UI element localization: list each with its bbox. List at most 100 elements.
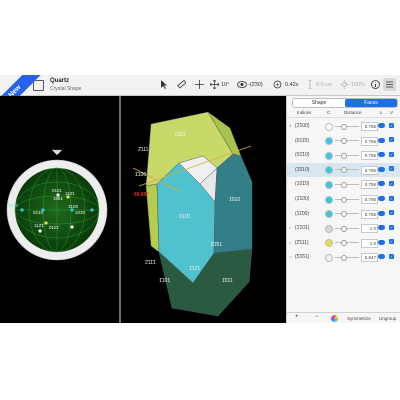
distance-slider-knob[interactable] [341, 152, 347, 159]
face-color-swatch[interactable] [325, 224, 333, 233]
label-toggle[interactable] [378, 225, 385, 231]
distance-slider[interactable] [335, 198, 359, 200]
distance-slider[interactable] [335, 213, 359, 215]
tab-faces[interactable]: Faces [345, 99, 397, 107]
ungroup-button[interactable]: Ungroup [379, 316, 396, 321]
disclosure-icon[interactable]: > [289, 240, 291, 245]
visible-checkbox[interactable]: ✓ [389, 122, 394, 128]
add-button[interactable]: + [295, 314, 299, 320]
label-toggle[interactable] [378, 152, 385, 158]
label-toggle[interactable] [378, 210, 385, 216]
distance-slider-knob[interactable] [341, 123, 347, 130]
stereographic-projection[interactable]: 011̄1 112̄1 1̄5̄61 1̄010 01̄10 112̄1̄ 01… [0, 96, 119, 323]
face-row[interactable]: (101̄0) 0.756 ✓ [287, 177, 400, 191]
label-toggle[interactable] [378, 137, 385, 143]
view-direction[interactable]: -(2̄30) [248, 82, 263, 88]
face-row[interactable]: (11̄00) 0.756 ✓ [287, 207, 400, 221]
distance-slider-knob[interactable] [341, 254, 347, 261]
visible-checkbox[interactable]: ✓ [389, 195, 394, 201]
crystal-3d-view[interactable]: 66.80° 011̄1 2̄111 1̄100 011̄0 1̄010 5̄1… [121, 96, 286, 323]
symmetrize-button[interactable]: Symmetrize [347, 316, 371, 321]
distance-slider[interactable] [335, 242, 359, 244]
label-toggle[interactable] [378, 239, 385, 245]
face-color-swatch[interactable] [325, 253, 333, 262]
visible-checkbox[interactable]: ✓ [389, 224, 394, 230]
distance-field[interactable]: 1.0 [361, 224, 378, 234]
visible-checkbox[interactable]: ✓ [389, 166, 394, 172]
inspector-toggle-icon[interactable] [383, 78, 396, 91]
distance-field[interactable]: 1.0 [361, 238, 378, 248]
distance-field[interactable]: 0.756 [361, 151, 378, 161]
rotation-value[interactable]: 10° [221, 82, 229, 88]
distance-slider-knob[interactable] [341, 196, 347, 203]
length-icon[interactable] [307, 80, 313, 90]
sidebar-toggle-icon[interactable] [33, 80, 44, 91]
disclosure-icon[interactable]: ∨ [289, 123, 292, 128]
tab-shape[interactable]: Shape [293, 99, 345, 107]
distance-field[interactable]: 0.756 [361, 165, 378, 175]
label-toggle[interactable] [378, 123, 385, 128]
face-row[interactable]: (1̄010) 0.756 ✓ [287, 162, 400, 177]
face-row[interactable]: > {1̄101} 1.0 ✓ [287, 221, 400, 235]
ruler-tool-icon[interactable] [177, 80, 186, 90]
distance-field[interactable]: 0.756 [361, 209, 378, 219]
visible-checkbox[interactable]: ✓ [389, 151, 394, 157]
disclosure-icon[interactable]: > [289, 254, 291, 259]
distance-field[interactable]: 0.756 [361, 195, 378, 204]
pointer-tool-icon[interactable] [160, 80, 168, 90]
face-color-swatch[interactable] [325, 122, 333, 131]
visible-checkbox[interactable]: ✓ [389, 210, 394, 216]
face-color-swatch[interactable] [325, 195, 333, 204]
visible-checkbox[interactable]: ✓ [389, 253, 394, 259]
distance-slider[interactable] [335, 154, 359, 156]
length-value[interactable]: 6.0 cm [316, 82, 333, 88]
distance-slider-knob[interactable] [341, 181, 347, 188]
visible-checkbox[interactable]: ✓ [389, 239, 394, 245]
tab-switcher[interactable]: Shape Faces [292, 98, 398, 108]
visible-checkbox[interactable]: ✓ [389, 137, 394, 143]
face-row[interactable]: > {5̄1̄61} 0.847 ✓ [287, 250, 400, 264]
brightness-icon[interactable] [340, 80, 349, 90]
distance-field[interactable]: 0.756 [361, 180, 378, 190]
zoom-icon[interactable] [273, 80, 282, 90]
face-row[interactable]: ∨ {1̄100} 0.756 ✓ [287, 119, 400, 133]
distance-field[interactable]: 0.756 [361, 136, 378, 146]
face-row[interactable]: (01̄10) 0.756 ✓ [287, 148, 400, 162]
crystal-face-right[interactable] [213, 153, 253, 254]
face-row[interactable]: > {2̄111} 1.0 ✓ [287, 236, 400, 250]
distance-slider-knob[interactable] [341, 167, 347, 174]
zoom-value[interactable]: 0.42x [285, 82, 298, 88]
face-color-swatch[interactable] [325, 151, 333, 160]
distance-slider[interactable] [335, 169, 359, 171]
eye-icon[interactable] [237, 80, 247, 90]
distance-slider[interactable] [335, 140, 359, 142]
remove-button[interactable]: − [315, 314, 319, 320]
visible-checkbox[interactable]: ✓ [389, 180, 394, 186]
color-wheel-icon[interactable] [331, 315, 338, 322]
distance-slider-knob[interactable] [341, 240, 347, 247]
label-toggle[interactable] [378, 254, 385, 260]
face-color-swatch[interactable] [325, 166, 333, 175]
label-toggle[interactable] [378, 196, 385, 201]
label-toggle[interactable] [378, 181, 385, 187]
face-row[interactable]: (1̄100) 0.756 ✓ [287, 192, 400, 206]
label-toggle[interactable] [378, 166, 385, 172]
distance-slider-knob[interactable] [341, 211, 347, 218]
face-color-swatch[interactable] [325, 210, 333, 219]
distance-slider[interactable] [335, 183, 359, 185]
distance-slider-knob[interactable] [341, 138, 347, 145]
rotate-move-icon[interactable] [210, 80, 219, 90]
face-color-swatch[interactable] [325, 239, 333, 248]
face-color-swatch[interactable] [325, 137, 333, 146]
distance-field[interactable]: 0.847 [361, 253, 378, 263]
distance-slider[interactable] [335, 227, 359, 229]
disclosure-icon[interactable]: > [289, 225, 291, 230]
distance-slider[interactable] [335, 256, 359, 258]
face-color-swatch[interactable] [325, 180, 333, 189]
info-icon[interactable] [371, 80, 380, 90]
crosshair-tool-icon[interactable] [195, 80, 204, 90]
distance-slider[interactable] [335, 125, 359, 127]
face-row[interactable]: (011̄0) 0.756 ✓ [287, 134, 400, 148]
distance-field[interactable]: 0.756 [361, 122, 378, 131]
percent-value[interactable]: 100% [351, 82, 365, 88]
